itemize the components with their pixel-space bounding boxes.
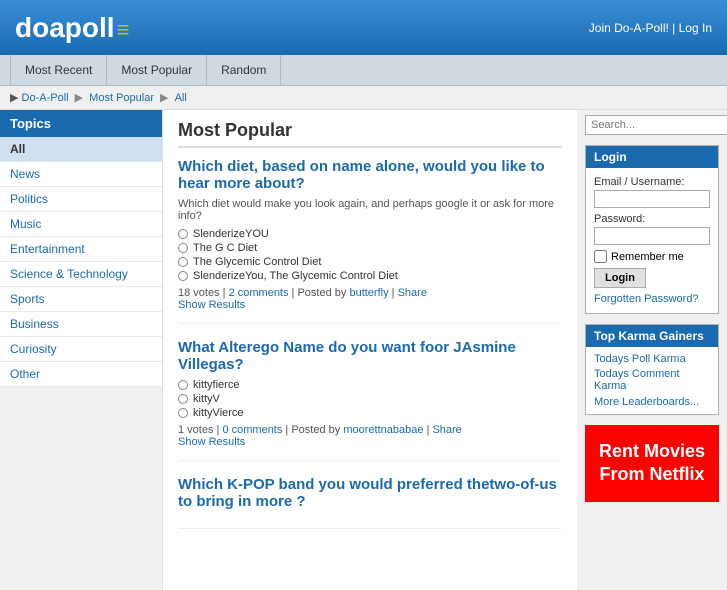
- header: doapoll≡ Join Do-A-Poll! | Log In: [0, 0, 727, 55]
- option-label: kittyfierce: [193, 379, 239, 391]
- join-link[interactable]: Join Do-A-Poll!: [589, 21, 669, 35]
- search-input[interactable]: [585, 115, 727, 135]
- remember-row: Remember me: [594, 250, 710, 263]
- sidebar: Topics All News Politics Music Entertain…: [0, 110, 163, 590]
- nav-random[interactable]: Random: [207, 55, 281, 85]
- email-label: Email / Username:: [594, 176, 710, 188]
- comments-link[interactable]: 0 comments: [222, 424, 282, 436]
- todays-poll-karma[interactable]: Todays Poll Karma: [594, 353, 710, 365]
- poll-option: SlenderizeYou, The Glycemic Control Diet: [178, 270, 562, 282]
- sidebar-title: Topics: [0, 110, 162, 137]
- comments-link[interactable]: 2 comments: [229, 287, 289, 299]
- nav-most-popular[interactable]: Most Popular: [107, 55, 207, 85]
- radio-icon: [178, 271, 188, 281]
- poll-option: SlenderizeYOU: [178, 228, 562, 240]
- radio-icon: [178, 408, 188, 418]
- show-results-2[interactable]: Show Results: [178, 436, 562, 448]
- author-link[interactable]: moorettnababae: [343, 424, 423, 436]
- vote-count: 1 votes: [178, 424, 213, 436]
- radio-icon: [178, 394, 188, 404]
- poll-option: kittyfierce: [178, 379, 562, 391]
- poll-desc-1: Which diet would make you look again, an…: [178, 198, 562, 222]
- sidebar-item-entertainment[interactable]: Entertainment: [0, 237, 162, 262]
- header-links: Join Do-A-Poll! | Log In: [589, 21, 712, 35]
- todays-comment-karma[interactable]: Todays Comment Karma: [594, 368, 710, 392]
- forgot-password-link[interactable]: Forgotten Password?: [594, 293, 710, 305]
- breadcrumb: ▶ Do-A-Poll ▶ Most Popular ▶ All: [0, 86, 727, 110]
- share-link[interactable]: Share: [398, 287, 427, 299]
- karma-box: Top Karma Gainers Todays Poll Karma Toda…: [585, 324, 719, 415]
- login-link[interactable]: Log In: [679, 21, 712, 35]
- option-label: SlenderizeYou, The Glycemic Control Diet: [193, 270, 398, 282]
- poll-item: Which K-POP band you would preferred the…: [178, 476, 562, 529]
- sidebar-item-business[interactable]: Business: [0, 312, 162, 337]
- sidebar-item-politics[interactable]: Politics: [0, 187, 162, 212]
- login-box: Login Email / Username: Password: Rememb…: [585, 145, 719, 314]
- poll-meta-1: 18 votes | 2 comments | Posted by butter…: [178, 287, 562, 299]
- page-title: Most Popular: [178, 120, 562, 148]
- main-layout: Topics All News Politics Music Entertain…: [0, 110, 727, 590]
- email-field[interactable]: [594, 190, 710, 208]
- login-box-title: Login: [586, 146, 718, 168]
- breadcrumb-most-popular[interactable]: Most Popular: [89, 92, 154, 104]
- content: Most Popular Which diet, based on name a…: [163, 110, 577, 590]
- option-label: The Glycemic Control Diet: [193, 256, 321, 268]
- radio-icon: [178, 243, 188, 253]
- nav-most-recent[interactable]: Most Recent: [10, 55, 107, 85]
- sidebar-item-music[interactable]: Music: [0, 212, 162, 237]
- option-label: kittyV: [193, 393, 220, 405]
- sidebar-item-science-technology[interactable]: Science & Technology: [0, 262, 162, 287]
- poll-option: The Glycemic Control Diet: [178, 256, 562, 268]
- karma-title: Top Karma Gainers: [586, 325, 718, 347]
- vote-count: 18 votes: [178, 287, 220, 299]
- sidebar-item-all[interactable]: All: [0, 137, 162, 162]
- more-leaderboards-link[interactable]: More Leaderboards...: [594, 396, 710, 408]
- sidebar-item-other[interactable]: Other: [0, 362, 162, 387]
- option-label: kittyVierce: [193, 407, 244, 419]
- sidebar-item-sports[interactable]: Sports: [0, 287, 162, 312]
- poll-option: The G C Diet: [178, 242, 562, 254]
- search-box: Go!: [585, 115, 719, 135]
- poll-item: What Alterego Name do you want foor JAsm…: [178, 339, 562, 461]
- radio-icon: [178, 229, 188, 239]
- show-results-1[interactable]: Show Results: [178, 299, 562, 311]
- poll-title-3[interactable]: Which K-POP band you would preferred the…: [178, 476, 562, 510]
- poll-item: Which diet, based on name alone, would y…: [178, 158, 562, 324]
- breadcrumb-all[interactable]: All: [175, 92, 187, 104]
- logo-icon: ≡: [117, 17, 130, 42]
- remember-checkbox[interactable]: [594, 250, 607, 263]
- option-label: SlenderizeYOU: [193, 228, 269, 240]
- radio-icon: [178, 257, 188, 267]
- poll-title-1[interactable]: Which diet, based on name alone, would y…: [178, 158, 562, 192]
- author-link[interactable]: butterfly: [349, 287, 388, 299]
- karma-body: Todays Poll Karma Todays Comment Karma M…: [586, 347, 718, 414]
- share-link[interactable]: Share: [432, 424, 461, 436]
- login-button[interactable]: Login: [594, 268, 646, 288]
- poll-option: kittyV: [178, 393, 562, 405]
- poll-meta-2: 1 votes | 0 comments | Posted by moorett…: [178, 424, 562, 436]
- nav-bar: Most Recent Most Popular Random: [0, 55, 727, 86]
- netflix-ad[interactable]: Rent Movies From Netflix: [585, 425, 719, 502]
- poll-option: kittyVierce: [178, 407, 562, 419]
- poll-title-2[interactable]: What Alterego Name do you want foor JAsm…: [178, 339, 562, 373]
- login-box-body: Email / Username: Password: Remember me …: [586, 168, 718, 313]
- breadcrumb-doapoll[interactable]: Do-A-Poll: [22, 92, 69, 104]
- logo[interactable]: doapoll≡: [15, 12, 129, 44]
- remember-label: Remember me: [611, 251, 684, 263]
- sidebar-item-curiosity[interactable]: Curiosity: [0, 337, 162, 362]
- sidebar-item-news[interactable]: News: [0, 162, 162, 187]
- password-label: Password:: [594, 213, 710, 225]
- option-label: The G C Diet: [193, 242, 257, 254]
- radio-icon: [178, 380, 188, 390]
- right-sidebar: Go! Login Email / Username: Password: Re…: [577, 110, 727, 590]
- logo-text: doapoll: [15, 12, 115, 43]
- password-field[interactable]: [594, 227, 710, 245]
